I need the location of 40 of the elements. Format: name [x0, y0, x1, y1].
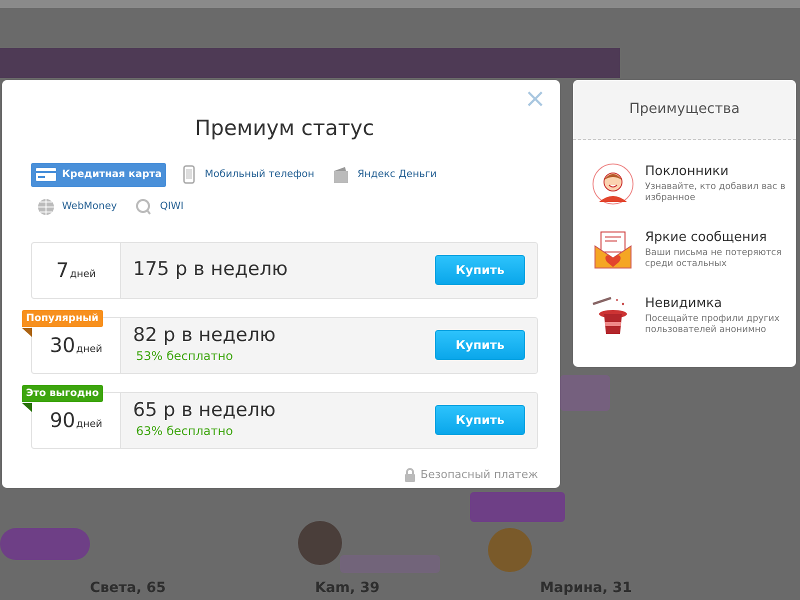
- price-text: 82 р в неделю: [133, 325, 277, 347]
- globe-icon: [35, 197, 57, 216]
- modal-title: Премиум статус: [194, 115, 376, 142]
- buy-button[interactable]: Купить: [435, 330, 525, 360]
- buy-button[interactable]: Купить: [435, 405, 525, 435]
- days-count: 7: [56, 257, 69, 284]
- avatar: [298, 521, 342, 565]
- credit-card-icon: [35, 165, 57, 184]
- benefit-description: Посещайте профили других пользователей анонимно: [645, 314, 781, 337]
- profile-name: Kam, 39: [315, 579, 380, 598]
- smiling-man-icon: [591, 162, 635, 206]
- ribbon-fold: [22, 402, 32, 412]
- days-count: 90: [50, 407, 76, 434]
- secure-payment-note: Безопасный платеж: [420, 466, 538, 482]
- payment-method-tab[interactable]: WebMoney: [31, 194, 121, 218]
- avatar: [488, 528, 532, 572]
- payment-method-tab[interactable]: Мобильный телефон: [174, 162, 318, 186]
- profile-name: Марина, 31: [540, 579, 632, 598]
- buy-button[interactable]: Купить: [435, 255, 525, 285]
- days-unit: дней: [76, 418, 102, 432]
- payment-method-tab[interactable]: QIWI: [128, 194, 188, 218]
- days-unit: дней: [70, 268, 96, 282]
- ribbon-fold: [22, 328, 32, 336]
- benefit-description: Ваши письма не потеряются среди остальных: [645, 248, 783, 271]
- benefit-title: Поклонники: [645, 163, 730, 181]
- saving-text: 63% бесплатно: [136, 422, 234, 440]
- panel-title: Преимущества: [573, 80, 796, 140]
- payment-method-tab[interactable]: Яндекс Деньги: [326, 162, 441, 186]
- days-count: 30: [50, 332, 76, 359]
- benefit-title: Невидимка: [645, 295, 723, 313]
- price-text: 65 р в неделю: [133, 400, 277, 422]
- days-unit: дней: [76, 342, 102, 356]
- saving-text: 53% бесплатно: [136, 348, 234, 365]
- profile-name: Света, 65: [90, 579, 166, 598]
- price-text: 175 р в неделю: [133, 259, 289, 281]
- close-button[interactable]: ×: [524, 86, 546, 112]
- payment-method-tab[interactable]: Кредитная карта: [31, 162, 166, 186]
- benefit-description: Узнавайте, кто добавил вас в избранное: [645, 182, 786, 205]
- lock-icon: [404, 468, 416, 482]
- benefit-title: Яркие сообщения: [645, 229, 768, 247]
